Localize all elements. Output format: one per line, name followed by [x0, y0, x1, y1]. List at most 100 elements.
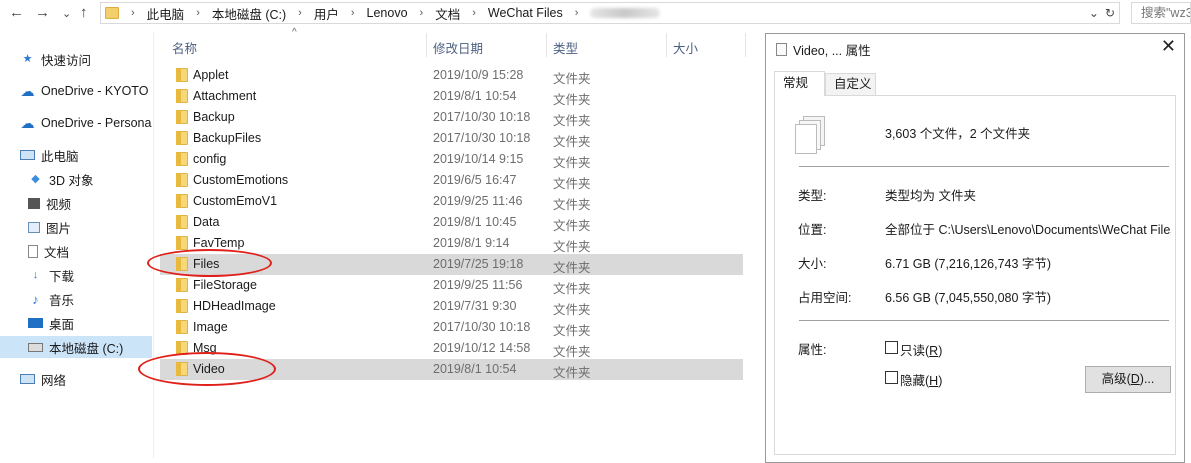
sidebar-item-downloads[interactable]: ↓ 下载	[28, 264, 74, 286]
search-input[interactable]: 搜索"wz3	[1131, 2, 1191, 24]
refresh-icon[interactable]: ↻	[1105, 6, 1115, 20]
multiple-files-icon	[793, 116, 829, 156]
file-type: 文件夹	[553, 366, 591, 380]
folder-icon	[176, 131, 188, 145]
column-divider[interactable]	[546, 33, 547, 57]
file-type: 文件夹	[553, 93, 591, 107]
sidebar-item-label: 视频	[46, 197, 72, 212]
dialog-title: Video, ... 属性	[793, 44, 871, 58]
file-date: 2019/10/14 9:15	[433, 152, 524, 166]
folder-icon	[176, 236, 188, 250]
table-row[interactable]: config 2019/10/14 9:15 文件夹	[160, 149, 743, 170]
column-header-name[interactable]: 名称	[172, 38, 197, 57]
recent-locations-button[interactable]: ⌄	[62, 5, 71, 23]
breadcrumb-this-pc[interactable]: 此电脑	[141, 4, 191, 23]
breadcrumb-wechat-files[interactable]: WeChat Files	[482, 6, 569, 20]
file-date: 2019/9/25 11:46	[433, 194, 523, 208]
table-row[interactable]: FavTemp 2019/8/1 9:14 文件夹	[160, 233, 743, 254]
size-value: 6.71 GB (7,216,126,743 字节)	[885, 257, 1052, 271]
selection-summary: 3,603 个文件，2 个文件夹	[885, 127, 1031, 141]
table-row[interactable]: CustomEmoV1 2019/9/25 11:46 文件夹	[160, 191, 743, 212]
file-type: 文件夹	[553, 177, 591, 191]
table-row[interactable]: FileStorage 2019/9/25 11:56 文件夹	[160, 275, 743, 296]
sidebar-item-label: 图片	[46, 221, 72, 236]
sidebar-item-onedrive-kyoto[interactable]: ☁ OneDrive - KYOTO	[20, 80, 149, 102]
file-type: 文件夹	[553, 219, 591, 233]
column-header-date[interactable]: 修改日期	[433, 38, 483, 57]
size-label: 大小:	[798, 257, 827, 271]
breadcrumb-documents[interactable]: 文档	[429, 4, 466, 23]
breadcrumb-separator: ›	[196, 7, 200, 19]
up-button[interactable]: ↑	[80, 4, 88, 22]
tab-general[interactable]: 常规	[774, 71, 825, 96]
column-divider[interactable]	[745, 33, 746, 57]
table-row[interactable]: HDHeadImage 2019/7/31 9:30 文件夹	[160, 296, 743, 317]
file-date: 2017/10/30 10:18	[433, 320, 531, 334]
divider	[799, 320, 1169, 321]
table-row[interactable]: Attachment 2019/8/1 10:54 文件夹	[160, 86, 743, 107]
close-button[interactable]: ✕	[1161, 36, 1176, 57]
readonly-checkbox[interactable]	[885, 341, 898, 354]
folder-icon	[176, 173, 188, 187]
file-name: CustomEmotions	[193, 173, 289, 187]
file-name: CustomEmoV1	[193, 194, 278, 208]
file-date: 2019/10/9 15:28	[433, 68, 524, 82]
size-on-disk-label: 占用空间:	[798, 291, 852, 305]
back-button[interactable]: ←	[9, 4, 24, 22]
general-panel: 3,603 个文件，2 个文件夹 类型: 类型均为 文件夹 位置: 全部位于 C…	[774, 95, 1176, 455]
breadcrumb-local-disk[interactable]: 本地磁盘 (C:)	[206, 4, 292, 23]
sidebar-item-music[interactable]: ♪ 音乐	[28, 288, 74, 310]
sidebar-item-quick-access[interactable]: ★ 快速访问	[20, 48, 91, 70]
sidebar-item-pictures[interactable]: 图片	[28, 216, 71, 238]
column-divider[interactable]	[426, 33, 427, 57]
column-header-size[interactable]: 大小	[673, 38, 698, 57]
sidebar-item-documents[interactable]: 文档	[28, 240, 69, 262]
picture-icon	[28, 221, 40, 233]
breadcrumb-users[interactable]: 用户	[308, 4, 345, 23]
redacted-folder-name	[590, 8, 661, 18]
table-row[interactable]: CustomEmotions 2019/6/5 16:47 文件夹	[160, 170, 743, 191]
sidebar-item-desktop[interactable]: 桌面	[28, 312, 74, 334]
sidebar-item-onedrive-personal[interactable]: ☁ OneDrive - Persona	[20, 112, 152, 134]
sidebar-divider	[153, 32, 154, 458]
file-type: 文件夹	[553, 72, 591, 86]
file-type: 文件夹	[553, 156, 591, 170]
tab-custom[interactable]: 自定义	[825, 73, 876, 95]
file-name: Backup	[193, 110, 235, 124]
table-row[interactable]: Applet 2019/10/9 15:28 文件夹	[160, 65, 743, 86]
advanced-button[interactable]: 高级(D)...	[1085, 366, 1171, 393]
sidebar-item-this-pc[interactable]: 此电脑	[20, 144, 79, 166]
table-row[interactable]: Backup 2017/10/30 10:18 文件夹	[160, 107, 743, 128]
column-header-type[interactable]: 类型	[553, 38, 578, 57]
sidebar-item-3d-objects[interactable]: ◆ 3D 对象	[28, 168, 93, 190]
file-type: 文件夹	[553, 240, 591, 254]
table-row[interactable]: Data 2019/8/1 10:45 文件夹	[160, 212, 743, 233]
folder-icon	[176, 320, 188, 334]
breadcrumb-separator: ›	[472, 7, 476, 19]
file-type: 文件夹	[553, 198, 591, 212]
table-row[interactable]: Image 2017/10/30 10:18 文件夹	[160, 317, 743, 338]
sidebar-item-local-disk[interactable]: 本地磁盘 (C:)	[28, 336, 123, 358]
table-row[interactable]: BackupFiles 2017/10/30 10:18 文件夹	[160, 128, 743, 149]
readonly-label[interactable]: 只读(R)	[900, 340, 942, 359]
sidebar-item-network[interactable]: 网络	[20, 368, 66, 390]
file-date: 2019/7/31 9:30	[433, 299, 517, 313]
sidebar-item-label: 下载	[49, 269, 75, 284]
location-value: 全部位于 C:\Users\Lenovo\Documents\WeChat Fi…	[885, 223, 1171, 237]
breadcrumb-lenovo[interactable]: Lenovo	[361, 6, 414, 20]
star-icon: ★	[22, 52, 33, 65]
file-date: 2019/10/12 14:58	[433, 341, 531, 355]
file-name: BackupFiles	[193, 131, 262, 145]
sidebar-item-label: OneDrive - Persona	[41, 116, 152, 130]
address-dropdown-icon[interactable]: ⌄	[1089, 6, 1099, 20]
document-icon	[776, 43, 787, 56]
file-date: 2019/7/25 19:18	[433, 257, 524, 271]
hidden-checkbox[interactable]	[885, 371, 898, 384]
annotation-circle	[138, 352, 276, 386]
sidebar-item-videos[interactable]: 视频	[28, 192, 71, 214]
column-divider[interactable]	[666, 33, 667, 57]
hidden-label[interactable]: 隐藏(H)	[900, 370, 942, 389]
forward-button[interactable]: →	[35, 4, 50, 22]
file-date: 2019/8/1 10:54	[433, 362, 517, 376]
address-bar[interactable]: › 此电脑 › 本地磁盘 (C:) › 用户 › Lenovo › 文档 › W…	[100, 2, 1120, 24]
